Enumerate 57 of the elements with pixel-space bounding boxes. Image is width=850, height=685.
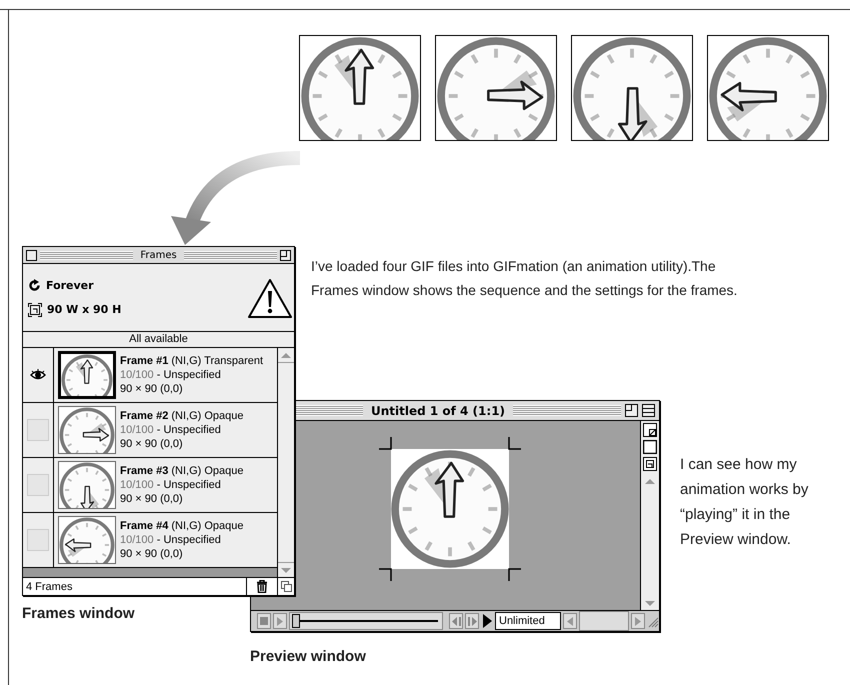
frame-title: Frame #3 (NI,G) Opaque xyxy=(120,464,244,478)
scroll-right-icon xyxy=(635,616,641,626)
frame-size: 90 W x 90 H xyxy=(47,303,122,316)
frame-slider[interactable] xyxy=(289,612,443,630)
new-frame-icon[interactable] xyxy=(280,581,292,592)
play-button[interactable] xyxy=(273,613,287,629)
play-icon xyxy=(277,616,283,626)
frame-delay: 10/100 xyxy=(120,479,154,491)
collapse-box[interactable] xyxy=(642,404,655,417)
step-back-button[interactable] xyxy=(449,613,463,629)
zoom-box[interactable] xyxy=(280,250,291,260)
step-forward-icon xyxy=(468,616,476,626)
frame-row[interactable]: Frame #2 (NI,G) Opaque 10/100 - Unspecified 90 × 90 (0,0) xyxy=(23,403,277,458)
size-tool-icon[interactable] xyxy=(643,457,657,471)
frame-disposal: - Unspecified xyxy=(156,424,221,436)
slider-thumb[interactable] xyxy=(292,614,300,628)
frame-disposal: - Unspecified xyxy=(156,479,221,491)
play-icon[interactable] xyxy=(481,613,493,629)
loop-setting: Forever xyxy=(46,279,94,292)
frame-delay: 10/100 xyxy=(120,534,154,546)
callout-text: I’ve loaded four GIF files into GIFmation (an animation utility).The Frames window shows the sequence and the settings for the frames. xyxy=(311,257,738,300)
loop-field[interactable]: Unlimited xyxy=(495,612,561,630)
frame-geometry: 90 × 90 (0,0) xyxy=(120,492,184,506)
stop-icon xyxy=(260,617,268,625)
scroll-right-button[interactable] xyxy=(631,613,645,629)
window-title: Untitled 1 of 4 (1:1) xyxy=(370,404,506,418)
zoom-tool-icon[interactable] xyxy=(643,423,657,437)
frame-disposal: - Unspecified xyxy=(156,369,221,381)
step-back-icon xyxy=(452,616,460,626)
loop-icon xyxy=(28,279,41,292)
close-box[interactable] xyxy=(26,250,37,260)
frame-row[interactable]: Frame #3 (NI,G) Opaque 10/100 - Unspecified 90 × 90 (0,0) xyxy=(23,458,277,513)
figure-caption: Preview window xyxy=(250,648,366,665)
frame-title: Frame #1 (NI,G) Transparent xyxy=(120,354,264,368)
frame-tool-icon[interactable] xyxy=(643,440,657,454)
stop-button[interactable] xyxy=(257,613,271,629)
figure-caption: Frames window xyxy=(22,605,135,622)
frame-geometry: 90 × 90 (0,0) xyxy=(120,437,184,451)
memory-status: All available xyxy=(23,332,294,348)
frame-disposal: - Unspecified xyxy=(156,534,221,546)
callout-text: I can see how my animation works by “playing” it in the Preview window. xyxy=(680,455,810,550)
frame-delay: 10/100 xyxy=(120,369,154,381)
frame-geometry: 90 × 90 (0,0) xyxy=(120,547,184,561)
frame-count: 4 Frames xyxy=(25,580,74,592)
size-icon xyxy=(28,302,42,316)
frame-row[interactable]: Frame #4 (NI,G) Opaque 10/100 - Unspecified 90 × 90 (0,0) xyxy=(23,513,277,568)
window-title: Frames xyxy=(139,250,178,260)
trash-icon[interactable] xyxy=(256,580,268,593)
zoom-box[interactable] xyxy=(625,404,638,417)
eye-icon[interactable] xyxy=(30,369,46,381)
scroll-left-button[interactable] xyxy=(563,613,577,629)
frame-delay: 10/100 xyxy=(120,424,154,436)
frame-title: Frame #2 (NI,G) Opaque xyxy=(120,409,244,423)
scroll-left-icon xyxy=(567,616,573,626)
frame-row[interactable]: Frame #1 (NI,G) Transparent 10/100 - Unspecified 90 × 90 (0,0) xyxy=(23,348,277,403)
frame-title: Frame #4 (NI,G) Opaque xyxy=(120,519,244,533)
frame-geometry: 90 × 90 (0,0) xyxy=(120,382,184,396)
